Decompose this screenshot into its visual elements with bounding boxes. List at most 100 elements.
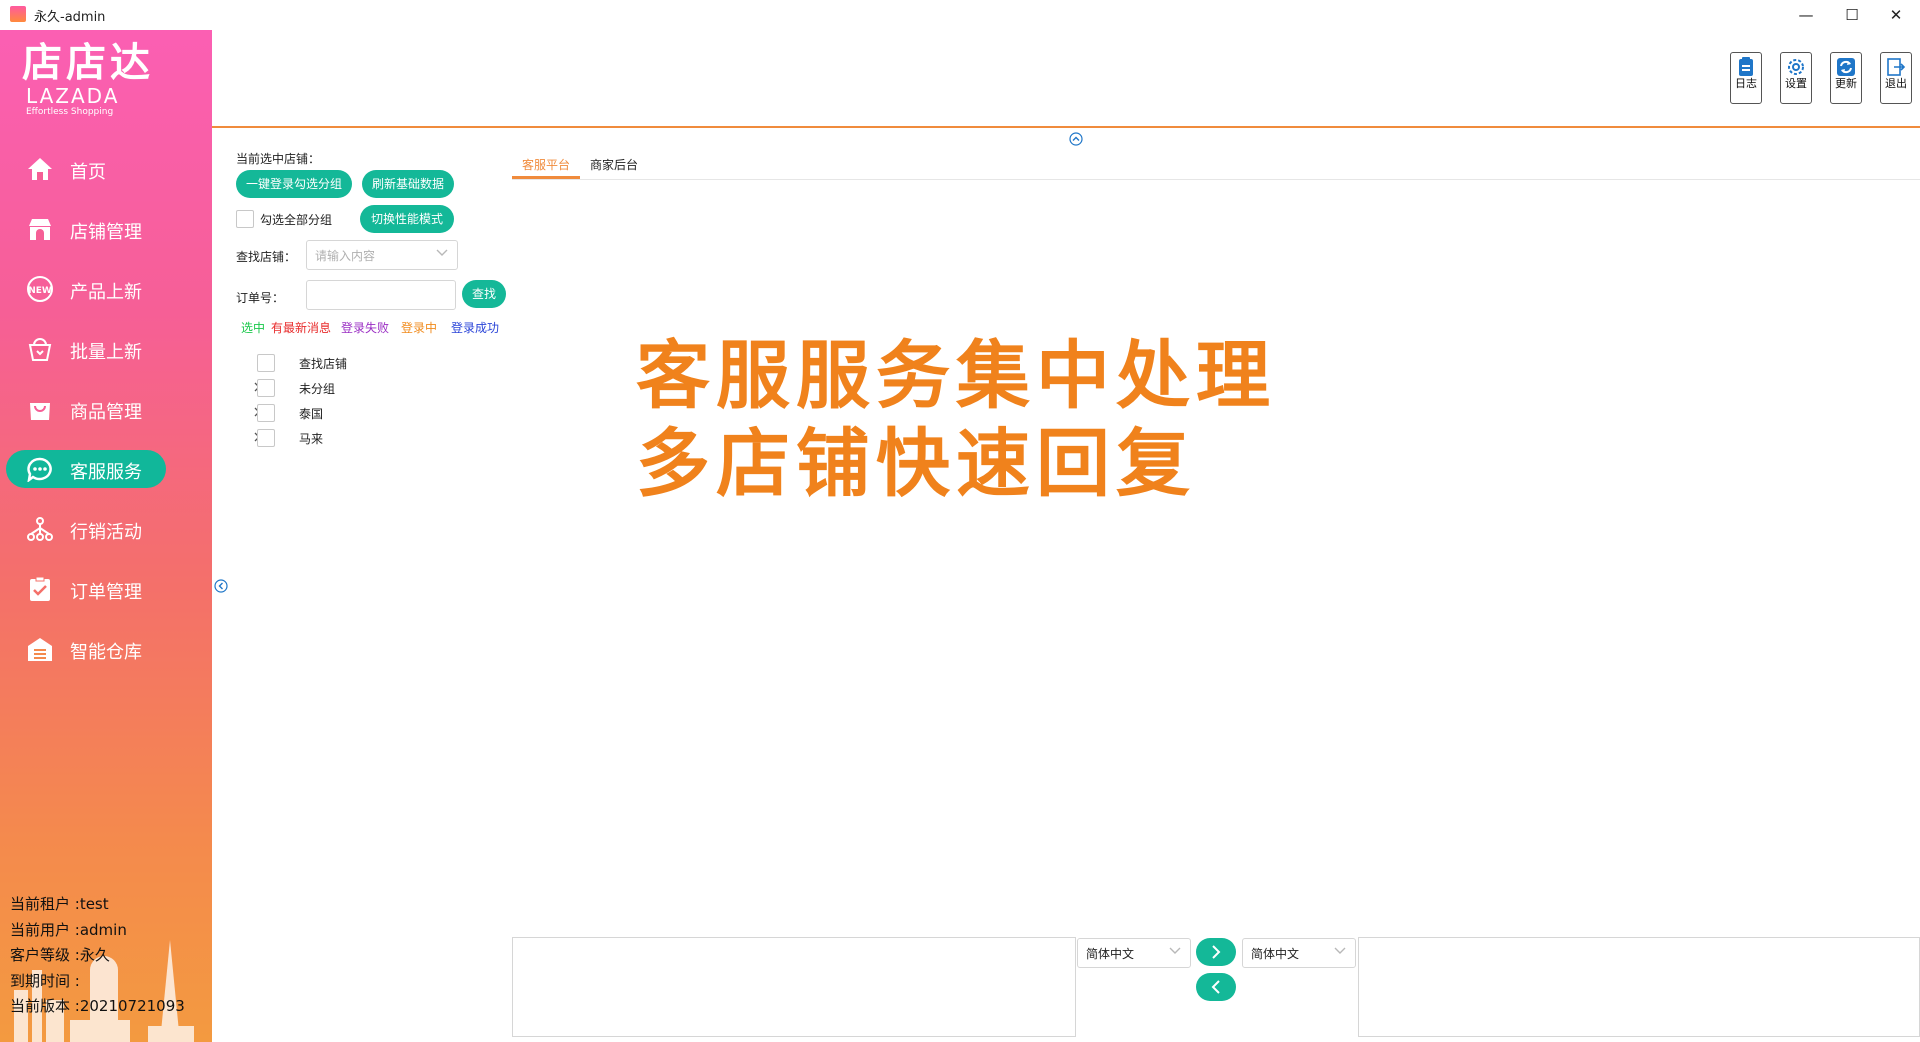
chevron-right-icon [1212,945,1221,959]
select-all-groups-checkbox[interactable] [236,210,254,228]
tree-group-label: 未分组 [299,382,336,396]
tree-group-checkbox[interactable] [257,429,275,447]
find-shop-select[interactable]: 请输入内容 [306,240,458,270]
sidebar-item-marketing[interactable]: 行销活动 [6,510,166,548]
chat-icon [27,457,52,482]
chevron-down-icon [1169,947,1181,954]
new-badge-icon: NEW [27,276,53,302]
tree-group-checkbox[interactable] [257,379,275,397]
user-text: 当前用户 :admin [10,920,127,939]
settings-button[interactable]: 设置 [1780,52,1812,104]
legend-login-success: 登录成功 [451,321,500,335]
collapse-left-icon[interactable] [214,579,228,593]
promo-line-1: 客服服务集中处理 [636,333,1276,419]
tenant-text: 当前租户 :test [10,895,109,913]
tree-group-label: 马来 [299,432,324,446]
chevron-down-icon [436,249,448,256]
app-logo-icon [10,6,26,22]
tab-customer-service-platform[interactable]: 客服平台 [522,156,570,173]
legend-selected: 选中 [241,321,266,335]
switch-performance-mode-button[interactable]: 切换性能模式 [360,205,454,233]
maximize-button[interactable]: ☐ [1832,2,1872,28]
target-language-value: 简体中文 [1251,947,1300,961]
sidebar-item-warehouse[interactable]: 智能仓库 [6,630,166,668]
sidebar-item-batch-new[interactable]: 批量上新 [6,330,166,368]
sidebar-item-store[interactable]: 店铺管理 [6,210,166,248]
svg-text:NEW: NEW [28,286,52,296]
window-title: 永久-admin [34,10,106,25]
sidebar-item-label: 首页 [70,162,106,183]
source-language-value: 简体中文 [1086,947,1135,961]
collapse-up-icon[interactable] [1069,132,1083,146]
sidebar-item-new-product[interactable]: NEW 产品上新 [6,270,166,308]
sidebar-item-label: 店铺管理 [70,222,142,243]
warehouse-icon [28,638,52,661]
settings-label: 设置 [1785,77,1807,90]
exit-icon [1887,58,1906,76]
shopping-bag-icon [30,403,50,420]
brand-logo: 店店达 LAZADA Effortless Shopping [22,40,154,118]
find-shop-label: 查找店铺： [236,250,297,264]
tabs-divider [512,179,1920,180]
legend-logging-in: 登录中 [401,321,438,335]
minimize-button[interactable]: — [1786,2,1826,28]
log-icon [1739,57,1753,76]
login-group-button[interactable]: 一键登录勾选分组 [236,170,352,198]
sidebar-item-label: 批量上新 [70,342,142,363]
target-text-area[interactable] [1358,937,1920,1037]
log-button[interactable]: 日志 [1730,52,1762,104]
update-button[interactable]: 更新 [1830,52,1862,104]
sidebar: 店店达 LAZADA Effortless Shopping 首页 店铺管理 N… [0,30,212,1042]
tree-group-row[interactable]: 泰国 [252,403,452,423]
promo-line-2: 多店铺快速回复 [636,421,1196,507]
exit-button[interactable]: 退出 [1880,52,1912,104]
tree-group-checkbox[interactable] [257,404,275,422]
expiry-text: 到期时间 : [10,971,80,990]
source-language-select[interactable]: 简体中文 [1077,938,1191,968]
sidebar-item-customer-service[interactable]: 客服服务 [6,450,166,488]
tree-group-row[interactable]: 未分组 [252,378,452,398]
version-text: 当前版本 :20210721093 [10,997,185,1015]
promo-banner: 客服服务集中处理 多店铺快速回复 [636,332,1276,508]
exit-label: 退出 [1885,77,1907,90]
sidebar-item-home[interactable]: 首页 [6,150,166,188]
tree-group-row[interactable]: 马来 [252,428,452,448]
sidebar-item-label: 客服服务 [70,462,142,483]
tree-header-label: 查找店铺 [299,357,348,371]
home-icon [28,158,52,180]
tree-header-checkbox[interactable] [257,354,275,372]
chevron-down-icon [1334,947,1346,954]
refresh-data-button[interactable]: 刷新基础数据 [362,170,454,198]
tab-merchant-backend[interactable]: 商家后台 [590,156,638,173]
order-number-label: 订单号： [236,291,285,305]
legend-login-failed: 登录失败 [341,321,390,335]
legend-new-message: 有最新消息 [271,321,332,335]
sidebar-item-label: 产品上新 [70,282,142,303]
close-button[interactable]: ✕ [1876,2,1916,28]
sidebar-item-goods[interactable]: 商品管理 [6,390,166,428]
target-language-select[interactable]: 简体中文 [1242,938,1356,968]
select-all-groups-label: 勾选全部分组 [260,213,333,227]
refresh-icon [1837,58,1855,76]
clipboard-check-icon [30,576,50,601]
update-label: 更新 [1835,77,1857,90]
logo-cn-text: 店店达 [22,40,154,86]
gear-icon [1788,59,1804,75]
translate-forward-button[interactable] [1196,938,1236,966]
order-number-input[interactable] [306,280,456,310]
level-text: 客户等级 :永久 [10,946,110,964]
store-icon [29,219,51,240]
source-text-area[interactable] [512,937,1076,1037]
basket-icon [28,338,52,361]
sidebar-item-label: 商品管理 [70,402,142,423]
logo-en-text: LAZADA [26,84,120,108]
window-titlebar: 永久-admin — ☐ ✕ [0,0,1920,30]
search-order-button[interactable]: 查找 [462,280,506,308]
find-shop-placeholder: 请输入内容 [315,249,376,263]
sidebar-item-label: 行销活动 [70,522,142,543]
logo-tagline: Effortless Shopping [26,107,114,117]
sidebar-item-orders[interactable]: 订单管理 [6,570,166,608]
log-label: 日志 [1735,77,1757,90]
current-shop-label: 当前选中店铺： [236,152,321,166]
translate-back-button[interactable] [1196,973,1236,1001]
